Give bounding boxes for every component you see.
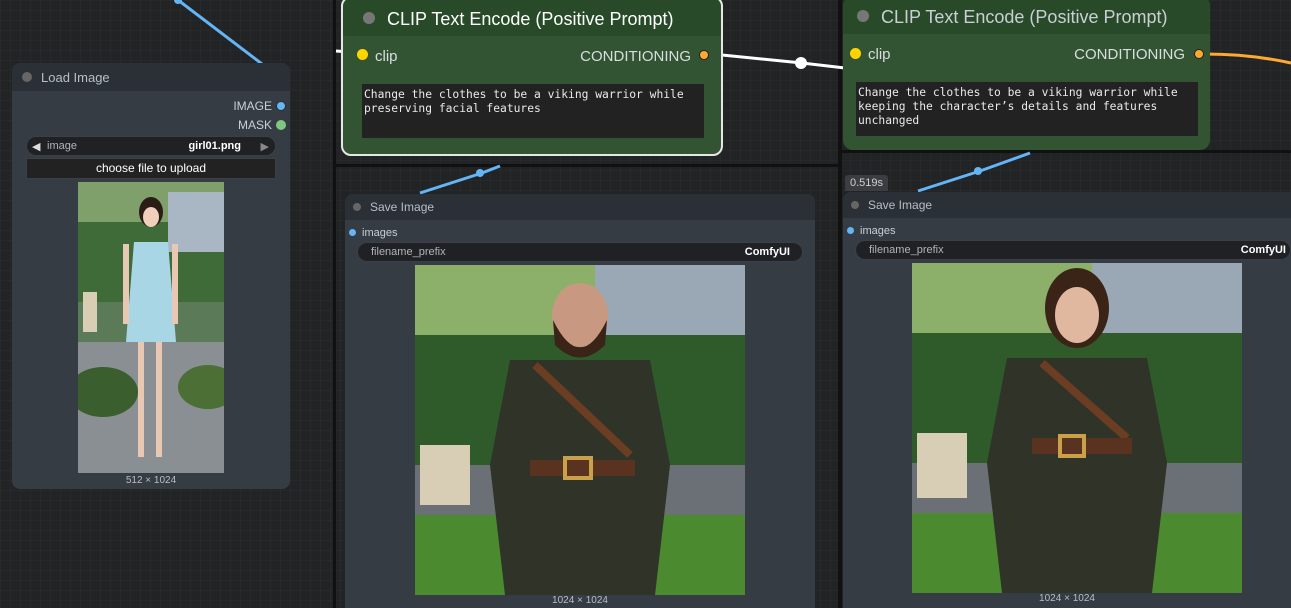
widget-label: image [47, 140, 77, 152]
clip-text-encode-node[interactable]: CLIP Text Encode (Positive Prompt) clip … [843, 0, 1210, 150]
images-input-label: images [860, 225, 896, 237]
load-image-node[interactable]: Load Image IMAGE MASK ◀ image girl01.png… [12, 63, 290, 489]
arrow-left-icon[interactable]: ◀ [32, 140, 40, 153]
collapse-dot[interactable] [857, 10, 869, 22]
conditioning-output-slot[interactable] [1194, 49, 1204, 59]
filename-prefix-field[interactable]: filename_prefix ComfyUI [357, 242, 803, 262]
link-node [174, 0, 182, 4]
widget-label: filename_prefix [869, 244, 944, 256]
canvas-divider [842, 150, 1291, 153]
output-image-slot[interactable] [276, 101, 286, 111]
conditioning-output-label: CONDITIONING [1074, 46, 1185, 63]
clip-input-label: clip [375, 48, 398, 65]
output-image [415, 265, 745, 595]
output-image-label: IMAGE [233, 99, 272, 113]
conditioning-link[interactable] [1204, 52, 1291, 65]
widget-value: ComfyUI [744, 246, 790, 258]
conditioning-output-label: CONDITIONING [580, 48, 691, 65]
node-title: CLIP Text Encode (Positive Prompt) [881, 7, 1168, 27]
collapse-dot[interactable] [851, 201, 859, 209]
clip-input-label: clip [868, 46, 891, 63]
viking-man-photo [415, 265, 745, 595]
collapse-dot[interactable] [353, 203, 361, 211]
node-title: Load Image [41, 70, 110, 85]
image-link[interactable] [917, 151, 1031, 193]
canvas-divider [336, 164, 838, 167]
viking-woman-photo [912, 263, 1242, 593]
clip-input-slot[interactable] [850, 48, 861, 59]
output-mask-label: MASK [237, 118, 272, 132]
output-mask-slot[interactable] [276, 120, 286, 130]
node-title: Save Image [868, 198, 933, 212]
images-input-slot[interactable] [847, 227, 854, 234]
image-selector[interactable]: ◀ image girl01.png ▶ [26, 136, 276, 156]
canvas-divider [838, 0, 842, 608]
upload-button[interactable]: choose file to upload [26, 158, 276, 179]
node-title: Save Image [370, 200, 435, 214]
prompt-textarea[interactable]: Change the clothes to be a viking warrio… [856, 82, 1198, 136]
collapse-dot[interactable] [363, 12, 375, 24]
output-image [912, 263, 1242, 593]
clip-text-encode-node[interactable]: CLIP Text Encode (Positive Prompt) clip … [341, 0, 723, 156]
image-dims: 512 × 1024 [125, 475, 177, 486]
image-dims: 1024 × 1024 [1039, 593, 1095, 604]
filename-prefix-field[interactable]: filename_prefix ComfyUI [855, 240, 1291, 260]
images-input-label: images [362, 227, 398, 239]
image-link[interactable] [419, 164, 501, 195]
prompt-textarea[interactable]: Change the clothes to be a viking warrio… [362, 84, 704, 138]
image-link[interactable] [177, 0, 263, 66]
conditioning-link[interactable] [711, 52, 846, 70]
execution-time-badge: 0.519s [845, 175, 889, 191]
link-node [476, 169, 484, 177]
arrow-right-icon[interactable]: ▶ [261, 140, 269, 153]
collapse-dot[interactable] [22, 72, 32, 82]
save-image-node[interactable]: Save Image images filename_prefix ComfyU… [345, 194, 815, 608]
conditioning-output-slot[interactable] [699, 50, 709, 60]
clip-input-slot[interactable] [357, 49, 368, 60]
widget-value: girl01.png [188, 140, 241, 152]
link-node [974, 167, 982, 175]
widget-label: filename_prefix [371, 246, 446, 258]
images-input-slot[interactable] [349, 229, 356, 236]
canvas-divider [333, 0, 336, 608]
link-node[interactable] [795, 57, 807, 69]
save-image-node[interactable]: Save Image images filename_prefix ComfyU… [843, 192, 1291, 608]
widget-value: ComfyUI [1240, 244, 1286, 256]
node-title: CLIP Text Encode (Positive Prompt) [387, 9, 674, 29]
image-dims: 1024 × 1024 [552, 595, 608, 606]
preview-image [78, 182, 224, 473]
girl-photo [78, 182, 224, 473]
